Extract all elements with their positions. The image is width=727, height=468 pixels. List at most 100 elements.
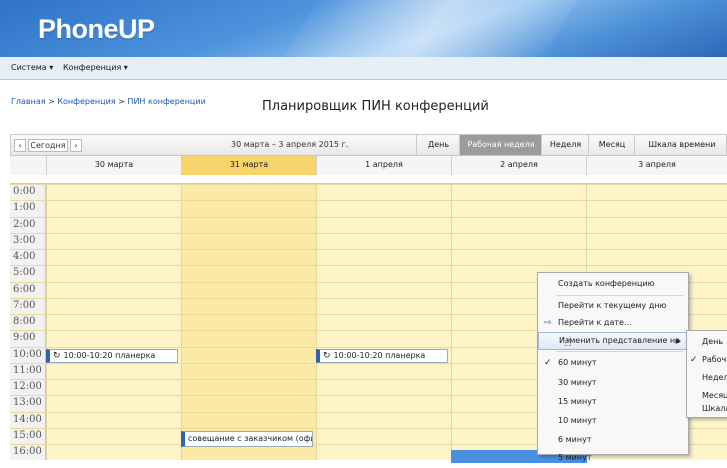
menu-interval-5[interactable]: 5 минут [538, 448, 688, 462]
time-slot[interactable] [181, 266, 316, 282]
time-slot[interactable] [586, 201, 727, 217]
time-slot[interactable] [586, 185, 727, 201]
time-slot[interactable] [181, 380, 316, 396]
tab-timeline[interactable]: Шкала времени [634, 135, 727, 155]
submenu-day[interactable]: День [687, 332, 727, 352]
time-slot[interactable] [46, 363, 181, 379]
menu-interval-60[interactable]: ✓ 60 минут [538, 353, 688, 373]
menu-interval-30[interactable]: 30 минут [538, 373, 688, 393]
menu-change-view[interactable]: Изменить представление на ▶ [538, 332, 688, 350]
time-slot[interactable] [181, 217, 316, 233]
time-slot[interactable] [181, 363, 316, 379]
time-slot[interactable] [46, 266, 181, 282]
time-slot[interactable] [181, 298, 316, 314]
time-slot[interactable] [451, 217, 586, 233]
time-slot[interactable] [181, 185, 316, 201]
time-slot[interactable] [316, 217, 451, 233]
page-title: Планировщик ПИН конференций [262, 99, 489, 114]
time-slot[interactable] [451, 185, 586, 201]
time-slot[interactable] [46, 298, 181, 314]
tab-month[interactable]: Месяц [588, 135, 635, 155]
time-slot[interactable] [181, 445, 316, 461]
time-label: 5:00 [10, 266, 46, 282]
tab-workweek[interactable]: Рабочая неделя [459, 135, 542, 155]
event-meeting[interactable]: совещание с заказчиком (офис) [181, 431, 313, 447]
time-slot[interactable] [316, 363, 451, 379]
time-slot[interactable] [46, 250, 181, 266]
time-slot[interactable] [181, 347, 316, 363]
time-slot[interactable] [46, 445, 181, 461]
next-button[interactable]: › [70, 139, 82, 152]
time-slot[interactable] [46, 233, 181, 249]
time-slot[interactable] [46, 217, 181, 233]
time-slot[interactable] [316, 428, 451, 444]
app-logo[interactable]: PhoneUP [38, 14, 155, 45]
time-slot[interactable] [46, 185, 181, 201]
event-label: совещание с заказчиком (офис) [188, 434, 313, 443]
time-slot[interactable] [181, 233, 316, 249]
time-label: 2:00 [10, 217, 46, 233]
menu-interval-15[interactable]: 15 минут [538, 392, 688, 412]
time-slot[interactable] [316, 233, 451, 249]
today-button[interactable]: Сегодня [28, 139, 68, 152]
time-slot[interactable] [181, 201, 316, 217]
time-row: 4:00 [10, 249, 727, 266]
time-slot[interactable] [181, 331, 316, 347]
time-slot[interactable] [316, 201, 451, 217]
day-header-today[interactable]: 31 марта [181, 156, 316, 175]
time-slot[interactable] [46, 282, 181, 298]
time-slot[interactable] [316, 282, 451, 298]
time-slot[interactable] [316, 396, 451, 412]
prev-button[interactable]: ‹ [14, 139, 26, 152]
time-slot[interactable] [586, 250, 727, 266]
event-planerka[interactable]: ↻ 10:00-10:20 планерка [316, 349, 448, 363]
day-header[interactable]: 2 апреля [451, 156, 586, 175]
time-slot[interactable] [46, 201, 181, 217]
time-slot[interactable] [181, 412, 316, 428]
time-slot[interactable] [316, 266, 451, 282]
time-slot[interactable] [316, 315, 451, 331]
time-slot[interactable] [316, 331, 451, 347]
time-slot[interactable] [46, 396, 181, 412]
recurrence-icon: ↻ [53, 351, 61, 361]
tab-day[interactable]: День [416, 135, 460, 155]
time-slot[interactable] [46, 428, 181, 444]
time-slot[interactable] [316, 250, 451, 266]
time-slot[interactable] [46, 315, 181, 331]
tab-week[interactable]: Неделя [541, 135, 589, 155]
day-header[interactable]: 3 апреля [586, 156, 727, 175]
submenu-week[interactable]: Недел [687, 368, 727, 388]
time-slot[interactable] [316, 412, 451, 428]
time-slot[interactable] [451, 250, 586, 266]
time-slot[interactable] [181, 250, 316, 266]
time-slot[interactable] [451, 233, 586, 249]
time-slot[interactable] [586, 233, 727, 249]
breadcrumb: Главная > Конференция > ПИН конференции [11, 97, 206, 106]
menu-conference[interactable]: Конференция ▾ [63, 63, 128, 72]
submenu-workweek[interactable]: ✓Рабоча [687, 350, 727, 370]
time-slot[interactable] [46, 412, 181, 428]
day-header[interactable]: 30 марта [46, 156, 181, 175]
menu-interval-10[interactable]: 10 минут [538, 411, 688, 431]
time-slot[interactable] [316, 445, 451, 461]
menu-interval-6[interactable]: 6 минут [538, 430, 688, 450]
menu-create-conference[interactable]: Создать конференцию [538, 274, 688, 294]
day-header[interactable]: 1 апреля [316, 156, 451, 175]
time-slot[interactable] [316, 298, 451, 314]
breadcrumb-home[interactable]: Главная [11, 97, 46, 106]
time-slot[interactable] [316, 185, 451, 201]
time-slot[interactable] [46, 380, 181, 396]
submenu-timeline[interactable]: Шкала [687, 402, 727, 417]
time-slot[interactable] [451, 201, 586, 217]
event-planerka[interactable]: ↻ 10:00-10:20 планерка [46, 349, 178, 363]
time-slot[interactable] [181, 315, 316, 331]
time-slot[interactable] [181, 282, 316, 298]
menu-goto-date[interactable]: ⇨ Перейти к дате... [538, 313, 688, 333]
breadcrumb-current[interactable]: ПИН конференции [127, 97, 205, 106]
time-slot[interactable] [586, 217, 727, 233]
breadcrumb-conference[interactable]: Конференция [57, 97, 115, 106]
time-slot[interactable] [46, 331, 181, 347]
time-slot[interactable] [181, 396, 316, 412]
time-slot[interactable] [316, 380, 451, 396]
menu-system[interactable]: Система ▾ [11, 63, 53, 72]
